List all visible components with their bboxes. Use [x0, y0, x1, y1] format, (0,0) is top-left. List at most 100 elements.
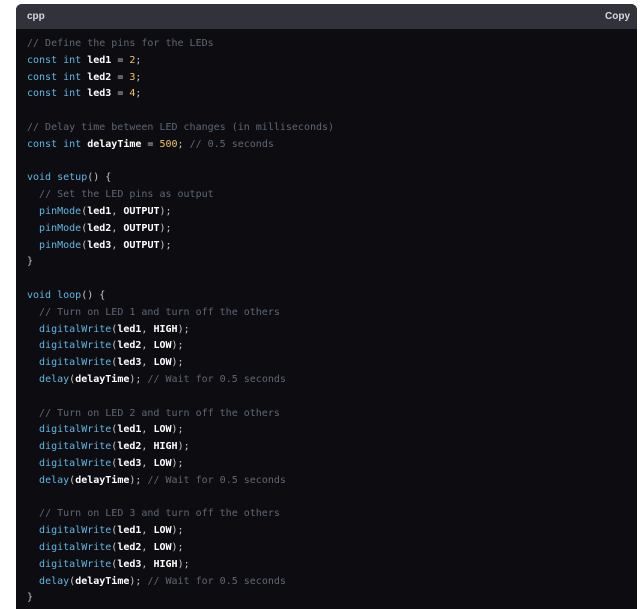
code-token: ,: [141, 457, 154, 469]
code-token: LOW: [153, 340, 172, 352]
code-token: led2: [117, 541, 142, 553]
code-line: void loop() {: [27, 288, 637, 305]
code-token: led3: [87, 239, 112, 251]
code-token: delayTime: [75, 474, 130, 486]
code-token: ,: [141, 541, 154, 553]
code-token: );: [177, 323, 190, 335]
code-token: led2: [117, 340, 142, 352]
code-token: =: [111, 71, 130, 83]
code-token: ,: [111, 205, 124, 217]
code-token: );: [129, 474, 148, 486]
code-line: const int led2 = 3;: [27, 70, 637, 87]
code-token: digitalWrite: [39, 323, 112, 335]
code-token: pinMode: [39, 205, 82, 217]
code-token: led3: [87, 88, 112, 100]
code-token: 500: [159, 138, 178, 150]
code-token: LOW: [153, 424, 172, 436]
code-token: delayTime: [75, 373, 130, 385]
code-token: =: [111, 54, 130, 66]
code-line: delay(delayTime); // Wait for 0.5 second…: [27, 574, 637, 591]
code-line: const int led3 = 4;: [27, 86, 637, 103]
code-token: );: [171, 340, 184, 352]
code-line: digitalWrite(led2, LOW);: [27, 338, 637, 355]
code-line: pinMode(led3, OUTPUT);: [27, 238, 637, 255]
code-line: delay(delayTime); // Wait for 0.5 second…: [27, 473, 637, 490]
code-token: led1: [87, 205, 112, 217]
code-token: // Turn on LED 1 and turn off the others: [39, 306, 280, 318]
code-line: // Turn on LED 1 and turn off the others: [27, 305, 637, 322]
language-label: cpp: [27, 11, 45, 22]
code-token: led2: [87, 71, 112, 83]
code-line: digitalWrite(led3, HIGH);: [27, 557, 637, 574]
code-token: ,: [111, 239, 124, 251]
code-token: );: [177, 558, 190, 570]
code-token: );: [171, 541, 184, 553]
code-token: ,: [111, 222, 124, 234]
code-token: ,: [141, 357, 154, 369]
code-token: // Turn on LED 3 and turn off the others: [39, 508, 280, 520]
code-token: () {: [81, 289, 106, 301]
code-token: digitalWrite: [39, 357, 112, 369]
code-token: const int: [27, 88, 88, 100]
code-token: LOW: [153, 457, 172, 469]
code-token: );: [159, 239, 172, 251]
code-token: digitalWrite: [39, 541, 112, 553]
code-token: led1: [117, 525, 142, 537]
code-line: digitalWrite(led3, LOW);: [27, 355, 637, 372]
code-token: // Wait for 0.5 seconds: [147, 575, 286, 587]
code-token: );: [171, 357, 184, 369]
code-token: const int: [27, 54, 88, 66]
code-token: led3: [117, 558, 142, 570]
copy-button[interactable]: Copy: [605, 11, 630, 22]
code-token: OUTPUT: [123, 205, 160, 217]
code-token: );: [129, 373, 148, 385]
code-token: digitalWrite: [39, 457, 112, 469]
code-token: digitalWrite: [39, 558, 112, 570]
code-content[interactable]: // Define the pins for the LEDs const int…: [16, 29, 637, 607]
code-line: // Turn on LED 2 and turn off the others: [27, 406, 637, 423]
code-token: HIGH: [153, 323, 178, 335]
code-line: // Set the LED pins as output: [27, 187, 637, 204]
code-token: );: [129, 575, 148, 587]
code-token: // Wait for 0.5 seconds: [147, 373, 286, 385]
code-token: // Set the LED pins as output: [39, 189, 214, 201]
code-line: digitalWrite(led3, LOW);: [27, 456, 637, 473]
code-token: delayTime: [87, 138, 142, 150]
code-line: // Delay time between LED changes (in mi…: [27, 120, 637, 137]
code-token: }: [27, 256, 34, 268]
code-token: void: [27, 289, 58, 301]
code-token: HIGH: [153, 441, 178, 453]
code-token: led1: [117, 424, 142, 436]
code-token: ;: [135, 88, 142, 100]
code-token: pinMode: [39, 239, 82, 251]
code-token: delay: [39, 373, 70, 385]
code-line: const int delayTime = 500; // 0.5 second…: [27, 137, 637, 154]
copy-label: Copy: [605, 11, 630, 22]
code-line: pinMode(led2, OUTPUT);: [27, 221, 637, 238]
code-token: ,: [141, 558, 154, 570]
code-token: led1: [117, 323, 142, 335]
code-block: cpp Copy // Define the pins for the LEDs…: [16, 4, 637, 609]
code-line: digitalWrite(led1, LOW);: [27, 422, 637, 439]
code-token: // Define the pins for the LEDs: [27, 38, 214, 49]
code-line: void setup() {: [27, 170, 637, 187]
code-line: const int led1 = 2;: [27, 53, 637, 70]
code-line: }: [27, 254, 637, 271]
code-token: LOW: [153, 357, 172, 369]
code-line: digitalWrite(led1, LOW);: [27, 523, 637, 540]
code-token: digitalWrite: [39, 441, 112, 453]
code-token: LOW: [153, 525, 172, 537]
code-line: }: [27, 590, 637, 607]
code-token: delay: [39, 474, 70, 486]
